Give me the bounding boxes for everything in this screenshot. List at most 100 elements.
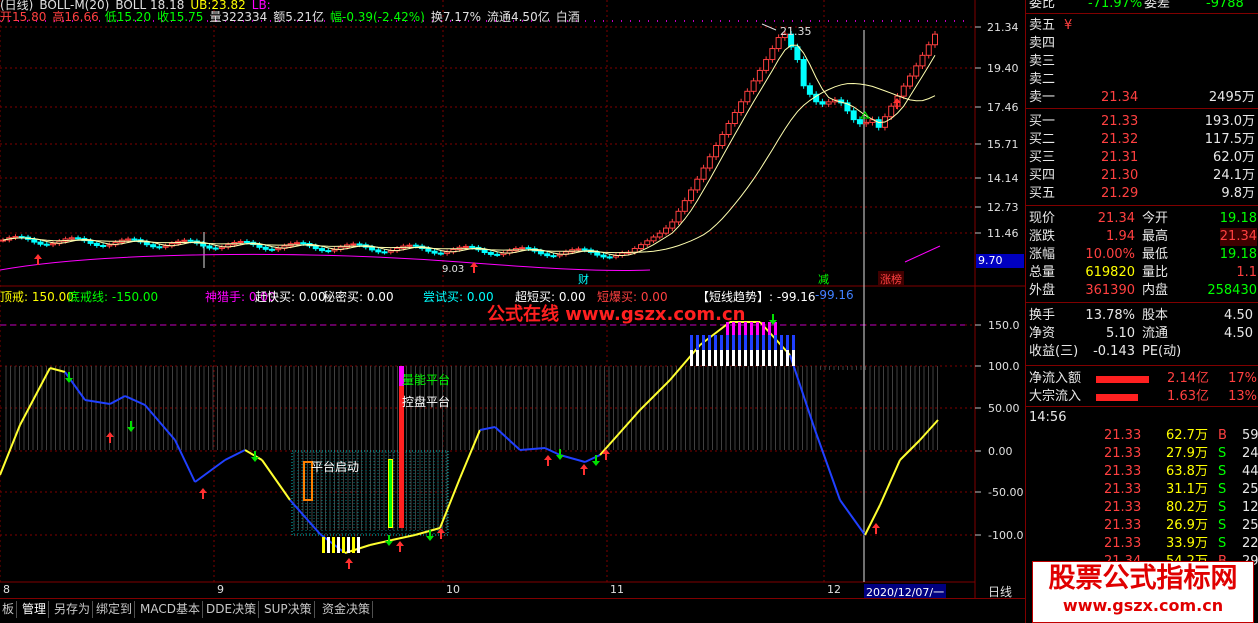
candle-body xyxy=(262,246,269,250)
candle-body xyxy=(906,75,913,87)
price-axis-label: 11.46 xyxy=(987,227,1019,240)
peak-bar-blue xyxy=(792,335,795,350)
cell: S xyxy=(1218,446,1227,461)
sell-level-row: 卖二 xyxy=(1026,71,1258,89)
cell: 委差 xyxy=(1144,0,1171,11)
event-tag-reduce[interactable]: 减 xyxy=(818,271,829,287)
candle-body xyxy=(93,242,100,247)
cell: 净流入额 xyxy=(1029,371,1082,386)
cell: 卖一 xyxy=(1029,90,1056,105)
cell: 最低 xyxy=(1142,247,1169,262)
cell: 买一 xyxy=(1029,114,1056,129)
peak-bar-magenta xyxy=(762,322,765,335)
trend-line xyxy=(391,534,416,541)
candle-body xyxy=(900,85,907,97)
candle-body xyxy=(350,243,357,246)
low-price-label: 9.03 xyxy=(442,264,465,275)
ohlc-item: 幅-0.39(-2.42%) xyxy=(329,10,425,24)
price-axis-label: 21.34 xyxy=(987,21,1019,34)
candle-body xyxy=(806,85,813,95)
money-flow-row: 净流入额 2.14亿 17% xyxy=(1026,370,1258,388)
cell: -9788 xyxy=(1206,0,1244,11)
tab-7[interactable]: 资金决策 xyxy=(320,601,374,618)
indicator-axis-label: 50.00 xyxy=(988,402,1020,415)
candle-body xyxy=(481,249,488,254)
trend-line xyxy=(174,439,196,483)
ohlc-item: 白酒 xyxy=(555,10,580,24)
candle-body xyxy=(43,243,50,246)
trough-bar xyxy=(352,537,355,553)
candle-body xyxy=(675,210,682,223)
trend-line xyxy=(494,426,521,451)
candle-body xyxy=(381,251,388,254)
candle-body xyxy=(550,255,557,258)
candle-body xyxy=(494,253,501,256)
tab-0[interactable]: 板 xyxy=(0,601,18,618)
cell: 25 xyxy=(1242,482,1258,497)
peak-bar-white xyxy=(774,350,777,366)
candle-body xyxy=(212,247,219,250)
cell: 17% xyxy=(1228,371,1257,386)
tab-2[interactable]: 另存为 xyxy=(52,601,94,618)
candle-body xyxy=(706,156,713,169)
peak-bar-blue xyxy=(774,335,777,350)
indicator-value: 秘密买: 0.00 xyxy=(323,290,394,304)
quote-panel: 委比 -71.97% 委差 -9788 卖五 ¥ 卖四 卖三 卖二 卖一 21.34 2495万 买一 2… xyxy=(1025,0,1258,623)
cell: B xyxy=(1218,428,1227,443)
cell: 619820 xyxy=(1085,265,1135,280)
site-logo: 股票公式指标网 www.gszx.com.cn xyxy=(1032,561,1254,623)
candle-body xyxy=(669,221,676,229)
tab-4[interactable]: MACD基本 xyxy=(138,601,203,618)
peak-bar-blue xyxy=(738,335,741,350)
buy-signal-arrow xyxy=(199,488,207,499)
peak-bar-magenta xyxy=(774,322,777,335)
event-tag-rank[interactable]: 涨榜 xyxy=(878,271,904,287)
logo-title: 股票公式指标网 xyxy=(1048,563,1238,594)
event-tag-finance[interactable]: 财 xyxy=(578,271,589,287)
tab-6[interactable]: SUP决策 xyxy=(262,601,315,618)
candle-body xyxy=(431,250,438,254)
peak-bar-blue xyxy=(756,335,759,350)
tick-row: 21.33 33.9万 S 22 xyxy=(1026,535,1258,553)
peak-bar-blue xyxy=(732,335,735,350)
candle-body xyxy=(700,167,707,180)
tick-row: 21.33 26.9万 S 25 xyxy=(1026,517,1258,535)
indicator-axis-label: -100.0 xyxy=(988,529,1023,542)
current-price-box: 9.70 xyxy=(976,254,1024,268)
tab-3[interactable]: 绑定到 xyxy=(94,601,136,618)
trend-line xyxy=(864,504,881,536)
tab-5[interactable]: DDE决策 xyxy=(204,601,260,618)
cell: 21.34 xyxy=(1101,90,1139,105)
candle-body xyxy=(819,101,826,105)
cell: -71.97% xyxy=(1088,0,1143,11)
candle-body xyxy=(644,240,651,246)
tab-1[interactable]: 管理 xyxy=(20,601,50,618)
buy-signal-arrow xyxy=(396,541,404,552)
cell: 买四 xyxy=(1029,168,1056,183)
cell: 24 xyxy=(1242,446,1258,461)
indicator-axis-label: -50.00 xyxy=(988,486,1023,499)
peak-bar-white xyxy=(750,350,753,366)
control-platform-bar-inner xyxy=(389,460,392,527)
cell: 80.2万 xyxy=(1166,500,1208,515)
candle-body xyxy=(688,189,695,202)
month-label: 12 xyxy=(827,583,841,596)
cell: 买二 xyxy=(1029,132,1056,147)
candle-body xyxy=(412,244,419,247)
cell: 1.1 xyxy=(1236,265,1257,280)
candle-body xyxy=(325,250,332,253)
cell: 卖三 xyxy=(1029,54,1056,69)
candle-body xyxy=(369,246,376,251)
candle-body xyxy=(37,241,44,245)
candle-body xyxy=(206,245,213,249)
candle-body xyxy=(268,248,275,251)
indicator-value: 底戒线: -150.00 xyxy=(68,290,159,304)
peak-bar-blue xyxy=(708,335,711,350)
cell: 13% xyxy=(1228,389,1257,404)
cell: 63.8万 xyxy=(1166,464,1208,479)
cell: 内盘 xyxy=(1142,283,1169,298)
peak-bar-magenta xyxy=(756,322,759,335)
cell: 12 xyxy=(1242,500,1258,515)
peak-bar-magenta xyxy=(768,322,771,335)
cell: 21.31 xyxy=(1101,150,1139,165)
